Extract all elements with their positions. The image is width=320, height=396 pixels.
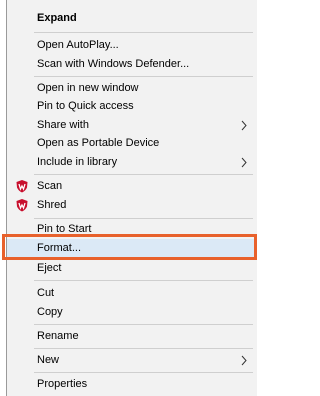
menu-item-include-in-library[interactable]: Include in library — [7, 153, 257, 172]
mcafee-shield-icon — [15, 198, 29, 212]
menu-item-label: Share with — [37, 119, 89, 131]
menu-separator — [34, 76, 253, 77]
menu-item-scan-windows-defender[interactable]: Scan with Windows Defender... — [7, 55, 257, 74]
menu-item-label: Open as Portable Device — [37, 137, 160, 149]
chevron-right-icon — [239, 354, 249, 367]
menu-item-label: Rename — [37, 330, 79, 342]
menu-item-label: Expand — [37, 12, 77, 24]
menu-item-properties[interactable]: Properties — [7, 375, 257, 394]
menu-item-eject[interactable]: Eject — [7, 259, 257, 278]
menu-item-rename[interactable]: Rename — [7, 327, 257, 346]
menu-item-label: Eject — [37, 262, 62, 274]
menu-item-share-with[interactable]: Share with — [7, 116, 257, 135]
chevron-right-icon — [239, 119, 249, 132]
menu-separator — [34, 324, 253, 325]
menu-item-label: Pin to Quick access — [37, 100, 134, 112]
menu-item-label: Open AutoPlay... — [37, 39, 119, 51]
context-menu: Expand Open AutoPlay... Scan with Window… — [6, 0, 257, 396]
menu-item-label: Scan with Windows Defender... — [37, 58, 190, 70]
menu-item-pin-quick-access[interactable]: Pin to Quick access — [7, 97, 257, 116]
menu-item-label: Open in new window — [37, 82, 139, 94]
menu-item-cut[interactable]: Cut — [7, 284, 257, 303]
menu-item-scan[interactable]: Scan — [7, 177, 257, 196]
menu-separator — [34, 32, 253, 33]
menu-item-open-new-window[interactable]: Open in new window — [7, 79, 257, 98]
menu-item-label: Properties — [37, 378, 88, 390]
menu-item-shred[interactable]: Shred — [7, 196, 257, 215]
menu-item-expand[interactable]: Expand — [7, 9, 257, 28]
mcafee-shield-icon — [15, 179, 29, 193]
menu-item-label: New — [37, 354, 60, 366]
chevron-right-icon — [239, 156, 249, 169]
menu-item-open-portable-device[interactable]: Open as Portable Device — [7, 134, 257, 153]
menu-item-label: Copy — [37, 306, 63, 318]
menu-separator — [34, 218, 253, 219]
menu-separator — [34, 174, 253, 175]
menu-item-label: Shred — [37, 199, 67, 211]
menu-item-label: Scan — [37, 180, 63, 192]
menu-separator — [34, 348, 253, 349]
menu-item-open-autoplay[interactable]: Open AutoPlay... — [7, 36, 257, 55]
menu-item-label: Cut — [37, 287, 55, 299]
highlight-annotation-box — [2, 234, 257, 260]
menu-item-copy[interactable]: Copy — [7, 303, 257, 322]
menu-item-label: Include in library — [37, 156, 118, 168]
menu-separator — [34, 280, 253, 281]
menu-item-new[interactable]: New — [7, 351, 257, 370]
menu-separator — [34, 372, 253, 373]
